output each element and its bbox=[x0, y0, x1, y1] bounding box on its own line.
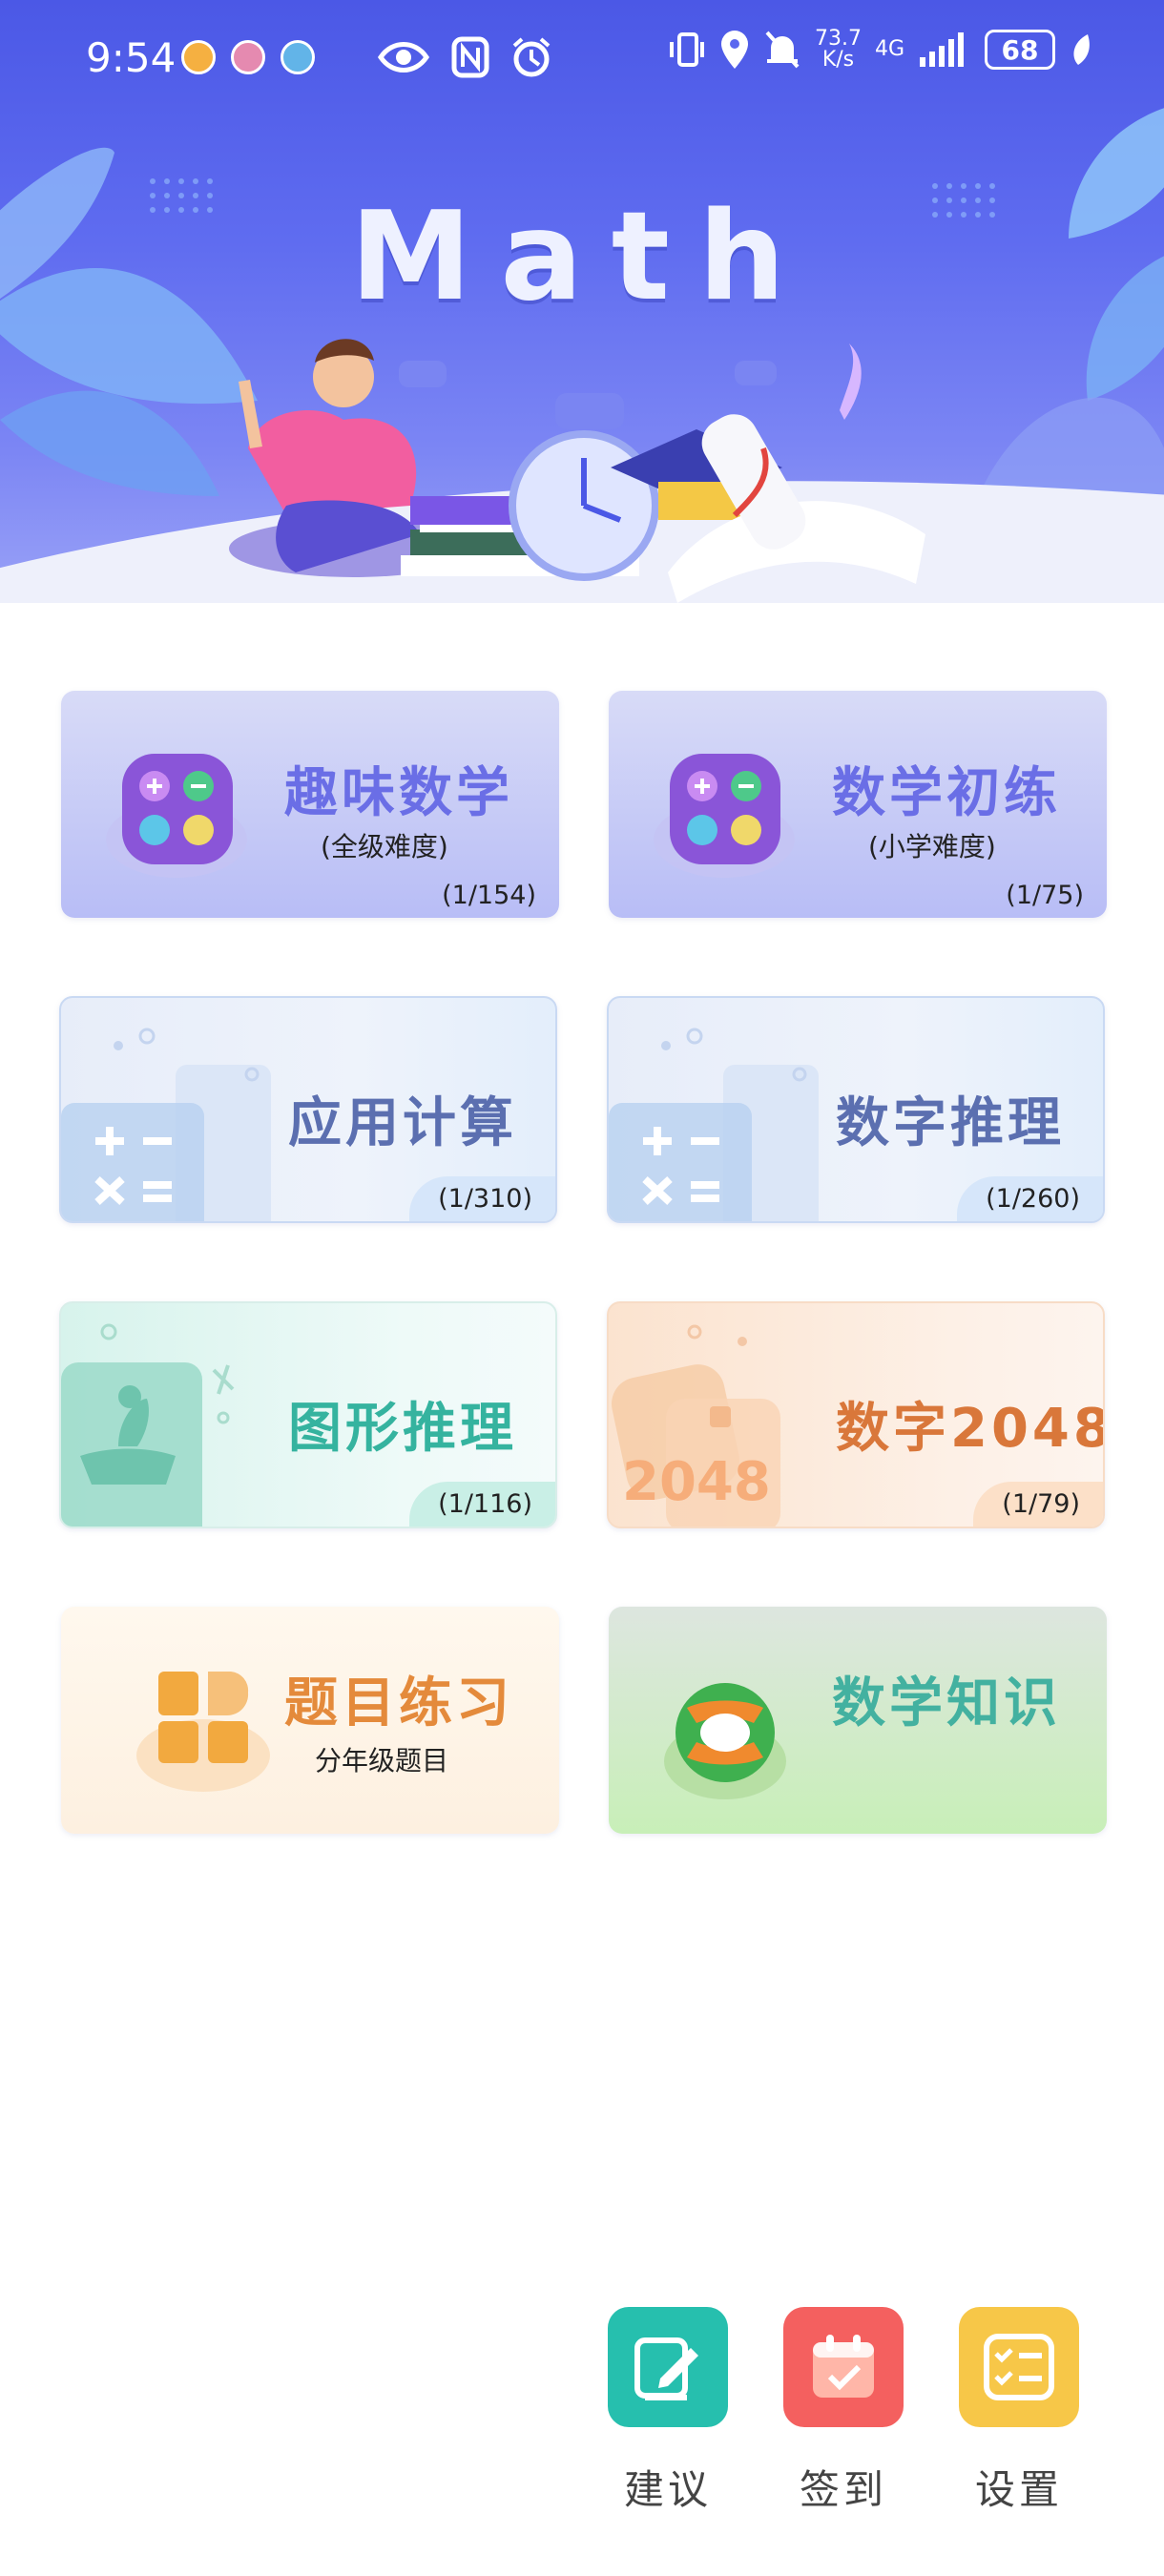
card-count: (1/116) bbox=[409, 1482, 555, 1527]
card-title: 应用计算 bbox=[288, 1092, 517, 1154]
card-deco-text: 2048 bbox=[622, 1451, 771, 1513]
eye-icon bbox=[377, 42, 430, 73]
signal-icon bbox=[920, 32, 965, 67]
settings-label: 设置 bbox=[974, 2466, 1063, 2513]
net-speed: 73.7 K/s bbox=[815, 27, 862, 72]
suggest-button[interactable]: 建议 bbox=[607, 2307, 729, 2516]
card-number-reasoning[interactable]: 数字推理 (1/260) bbox=[607, 996, 1105, 1223]
leaf-icon bbox=[1073, 34, 1090, 65]
boat-icon bbox=[61, 1323, 235, 1527]
card-title: 数字推理 bbox=[836, 1092, 1065, 1154]
card-title: 数学初练 bbox=[832, 762, 1061, 824]
calculator-icon bbox=[654, 754, 795, 878]
status-time: 9:54 bbox=[86, 34, 177, 81]
card-title: 数学知识 bbox=[832, 1672, 1061, 1735]
card-count: (1/79) bbox=[973, 1482, 1103, 1527]
card-count: (1/310) bbox=[409, 1176, 555, 1221]
card-count: (1/75) bbox=[1006, 881, 1084, 910]
card-shape-reasoning[interactable]: 图形推理 (1/116) bbox=[59, 1301, 557, 1528]
location-icon bbox=[721, 31, 748, 69]
card-subtitle: (小学难度) bbox=[868, 831, 996, 862]
hero-title: Math bbox=[349, 186, 815, 328]
checklist-icon[interactable] bbox=[959, 2307, 1079, 2427]
network-type: 4G bbox=[874, 37, 905, 61]
card-math-knowledge[interactable]: 数学知识 bbox=[609, 1607, 1107, 1834]
alarm-icon bbox=[512, 37, 551, 77]
settings-button[interactable]: 设置 bbox=[958, 2307, 1080, 2516]
app-notification-icon bbox=[281, 40, 315, 74]
card-title: 数字2048 bbox=[836, 1398, 1105, 1460]
status-right: 73.7 K/s 4G 68 bbox=[668, 29, 1093, 71]
card-title: 图形推理 bbox=[288, 1398, 517, 1460]
checkin-label: 签到 bbox=[799, 2466, 887, 2513]
system-icons bbox=[377, 36, 552, 78]
edit-icon[interactable] bbox=[608, 2307, 728, 2427]
calendar-check-icon[interactable] bbox=[783, 2307, 904, 2427]
card-count: (1/154) bbox=[442, 881, 536, 910]
calculator-icon bbox=[106, 754, 247, 878]
vibrate-icon bbox=[670, 32, 704, 67]
card-subtitle: 分年级题目 bbox=[315, 1745, 449, 1776]
battery-icon: 68 bbox=[985, 30, 1056, 70]
card-fun-math[interactable]: 趣味数学 (全级难度) (1/154) bbox=[61, 691, 559, 918]
card-math-beginner[interactable]: 数学初练 (小学难度) (1/75) bbox=[609, 691, 1107, 918]
card-title: 题目练习 bbox=[284, 1672, 513, 1735]
app-notification-icon bbox=[231, 40, 265, 74]
game-2048-icon: 2048 bbox=[612, 1324, 780, 1527]
card-practice[interactable]: 题目练习 分年级题目 bbox=[61, 1607, 559, 1834]
app-notification-icon bbox=[181, 40, 216, 74]
mute-icon bbox=[765, 31, 800, 69]
globe-icon bbox=[664, 1683, 786, 1799]
card-number-2048[interactable]: 2048 数字2048 (1/79) bbox=[607, 1301, 1105, 1528]
card-title: 趣味数学 bbox=[284, 762, 513, 824]
grid-icon bbox=[136, 1672, 270, 1792]
card-applied-calc[interactable]: 应用计算 (1/310) bbox=[59, 996, 557, 1223]
battery-level: 68 bbox=[1001, 33, 1039, 66]
card-count: (1/260) bbox=[957, 1176, 1103, 1221]
status-bar: 9:54 73.7 K/s 4G 68 bbox=[0, 0, 1164, 114]
checkin-button[interactable]: 签到 bbox=[782, 2307, 904, 2516]
app-notification-icons bbox=[181, 40, 315, 74]
calculator-icon bbox=[609, 1028, 819, 1221]
nfc-icon bbox=[451, 36, 489, 78]
calculator-icon bbox=[61, 1028, 271, 1221]
suggest-label: 建议 bbox=[623, 2466, 712, 2513]
card-subtitle: (全级难度) bbox=[321, 831, 448, 862]
